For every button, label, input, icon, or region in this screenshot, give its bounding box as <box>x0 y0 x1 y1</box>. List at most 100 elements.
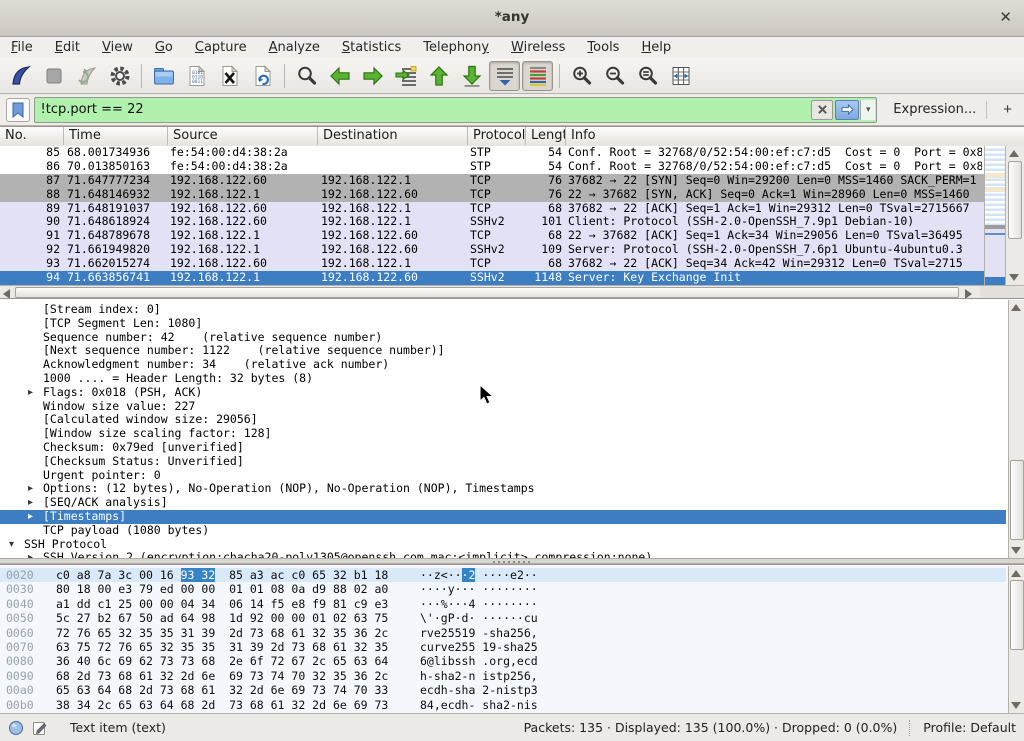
menu-view[interactable]: View <box>91 37 144 58</box>
detail-line[interactable]: ▸Flags: 0x018 (PSH, ACK) <box>0 386 1006 400</box>
resize-columns-button[interactable] <box>665 61 696 91</box>
expander-closed-icon[interactable]: ▸ <box>28 551 33 558</box>
menu-help[interactable]: Help <box>630 37 682 58</box>
menu-go[interactable]: Go <box>144 37 184 58</box>
column-header-info[interactable]: Info <box>566 127 1006 145</box>
hex-row-00b0[interactable]: 00b038 34 2c 65 63 64 68 2d 73 68 61 32 … <box>0 698 1006 712</box>
column-header-protocol[interactable]: Protocol <box>468 127 526 145</box>
detail-line[interactable]: ▾SSH Protocol <box>0 538 1006 552</box>
packet-row-92[interactable]: 9271.661949820192.168.122.1192.168.122.6… <box>0 243 984 257</box>
menu-analyze[interactable]: Analyze <box>258 37 331 58</box>
menu-telephony[interactable]: Telephony <box>412 37 500 58</box>
menu-capture[interactable]: Capture <box>184 37 258 58</box>
detail-line[interactable]: Sequence number: 42 (relative sequence n… <box>0 331 1006 345</box>
menu-tools[interactable]: Tools <box>576 37 630 58</box>
scroll-down-icon[interactable] <box>1011 547 1021 554</box>
detail-line[interactable]: ▸SSH Version 2 (encryption:chacha20-poly… <box>0 551 1006 558</box>
packet-list-hscrollbar[interactable] <box>0 285 980 299</box>
hex-row-0020[interactable]: 0020c0 a8 7a 3c 00 16 93 32 85 a3 ac c0 … <box>0 568 1006 582</box>
packet-row-86[interactable]: 8670.013850163fe:54:00:d4:38:2aSTP54Conf… <box>0 160 984 174</box>
filter-apply-button[interactable] <box>835 100 859 120</box>
column-header-time[interactable]: Time <box>64 127 168 145</box>
scroll-thumb[interactable] <box>1010 460 1024 540</box>
packet-row-94[interactable]: 9471.663856741192.168.122.1192.168.122.6… <box>0 271 984 285</box>
window-close-button[interactable]: ✕ <box>999 8 1012 26</box>
scroll-thumb[interactable] <box>1008 161 1022 239</box>
expert-info-icon[interactable] <box>8 719 26 737</box>
expander-open-icon[interactable]: ▾ <box>9 538 14 552</box>
menu-statistics[interactable]: Statistics <box>331 37 412 58</box>
filter-dropdown-button[interactable]: ▾ <box>860 100 875 120</box>
detail-line[interactable]: [Next sequence number: 1122 (relative se… <box>0 344 1006 358</box>
expander-closed-icon[interactable]: ▸ <box>28 510 33 524</box>
go-forward-button[interactable] <box>357 61 388 91</box>
packet-row-91[interactable]: 9171.648789678192.168.122.1192.168.122.6… <box>0 229 984 243</box>
status-profile[interactable]: Profile: Default <box>923 720 1016 735</box>
scroll-down-icon[interactable] <box>1011 702 1021 709</box>
detail-line[interactable]: 1000 .... = Header Length: 32 bytes (8) <box>0 372 1006 386</box>
detail-line[interactable]: ▸Options: (12 bytes), No-Operation (NOP)… <box>0 482 1006 496</box>
packet-row-85[interactable]: 8568.001734936fe:54:00:d4:38:2aSTP54Conf… <box>0 146 984 160</box>
menu-file[interactable]: File <box>0 37 44 58</box>
find-packet-button[interactable] <box>291 61 322 91</box>
zoom-100-button[interactable] <box>632 61 663 91</box>
packet-row-87[interactable]: 8771.647777234192.168.122.60192.168.122.… <box>0 174 984 188</box>
hex-row-0050[interactable]: 00505c 27 b2 67 50 ad 64 98 1d 92 00 00 … <box>0 611 1006 625</box>
auto-scroll-button[interactable] <box>489 61 520 91</box>
hex-row-0040[interactable]: 0040a1 dd c1 25 00 00 04 34 06 14 f5 e8 … <box>0 597 1006 611</box>
expander-closed-icon[interactable]: ▸ <box>28 496 33 510</box>
detail-line[interactable]: [TCP Segment Len: 1080] <box>0 317 1006 331</box>
column-header-source[interactable]: Source <box>168 127 318 145</box>
filter-add-button[interactable]: + <box>997 101 1018 118</box>
filter-input[interactable] <box>35 100 811 120</box>
colorize-button[interactable] <box>522 61 553 91</box>
capture-start-button[interactable] <box>5 61 36 91</box>
file-close-button[interactable] <box>214 61 245 91</box>
zoom-out-button[interactable] <box>599 61 630 91</box>
packet-row-88[interactable]: 8871.648146932192.168.122.1192.168.122.6… <box>0 188 984 202</box>
capture-restart-button[interactable] <box>71 61 102 91</box>
menu-wireless[interactable]: Wireless <box>500 37 576 58</box>
filter-clear-button[interactable] <box>811 100 833 120</box>
column-header-destination[interactable]: Destination <box>318 127 468 145</box>
scroll-up-icon[interactable] <box>1009 150 1019 157</box>
detail-line[interactable]: ▸[SEQ/ACK analysis] <box>0 496 1006 510</box>
packet-list-vscrollbar[interactable] <box>1005 146 1024 285</box>
go-back-button[interactable] <box>324 61 355 91</box>
details-vscrollbar[interactable] <box>1008 300 1024 558</box>
detail-line[interactable]: [Checksum Status: Unverified] <box>0 455 1006 469</box>
detail-line[interactable]: Acknowledgment number: 34 (relative ack … <box>0 358 1006 372</box>
packet-row-89[interactable]: 8971.648191037192.168.122.60192.168.122.… <box>0 202 984 216</box>
hex-row-0090[interactable]: 009068 2d 73 68 61 32 2d 6e 69 73 74 70 … <box>0 669 1006 683</box>
file-save-button[interactable]: 010101100011 <box>181 61 212 91</box>
hex-row-0070[interactable]: 007063 75 72 76 65 32 35 35 31 39 2d 73 … <box>0 640 1006 654</box>
packet-row-90[interactable]: 9071.648618924192.168.122.60192.168.122.… <box>0 215 984 229</box>
detail-line[interactable]: Urgent pointer: 0 <box>0 469 1006 483</box>
go-first-button[interactable] <box>423 61 454 91</box>
zoom-in-button[interactable] <box>566 61 597 91</box>
detail-line[interactable]: Checksum: 0x79ed [unverified] <box>0 441 1006 455</box>
expression-button[interactable]: Expression... <box>893 102 976 117</box>
packet-minimap[interactable] <box>984 146 1005 285</box>
detail-line[interactable]: [Stream index: 0] <box>0 303 1006 317</box>
detail-line[interactable]: [Window size scaling factor: 128] <box>0 427 1006 441</box>
hex-vscrollbar[interactable] <box>1008 566 1024 713</box>
filter-bookmark-button[interactable] <box>6 98 30 122</box>
detail-line[interactable]: ▸[Timestamps] <box>0 510 1006 524</box>
file-reload-button[interactable] <box>247 61 278 91</box>
capture-comment-icon[interactable] <box>32 719 50 737</box>
scroll-up-icon[interactable] <box>1011 304 1021 311</box>
column-header-length[interactable]: Length <box>526 127 566 145</box>
expander-closed-icon[interactable]: ▸ <box>28 482 33 496</box>
menu-edit[interactable]: Edit <box>44 37 91 58</box>
hex-row-0080[interactable]: 008036 40 6c 69 62 73 73 68 2e 6f 72 67 … <box>0 654 1006 668</box>
column-header-no[interactable]: No. <box>0 127 64 145</box>
detail-line[interactable]: TCP payload (1080 bytes) <box>0 524 1006 538</box>
capture-stop-button[interactable] <box>38 61 69 91</box>
expander-closed-icon[interactable]: ▸ <box>28 386 33 400</box>
capture-options-button[interactable] <box>104 61 135 91</box>
file-open-button[interactable] <box>148 61 179 91</box>
scroll-thumb[interactable] <box>1010 580 1024 650</box>
detail-line[interactable]: Window size value: 227 <box>0 400 1006 414</box>
scroll-down-icon[interactable] <box>1009 274 1019 281</box>
